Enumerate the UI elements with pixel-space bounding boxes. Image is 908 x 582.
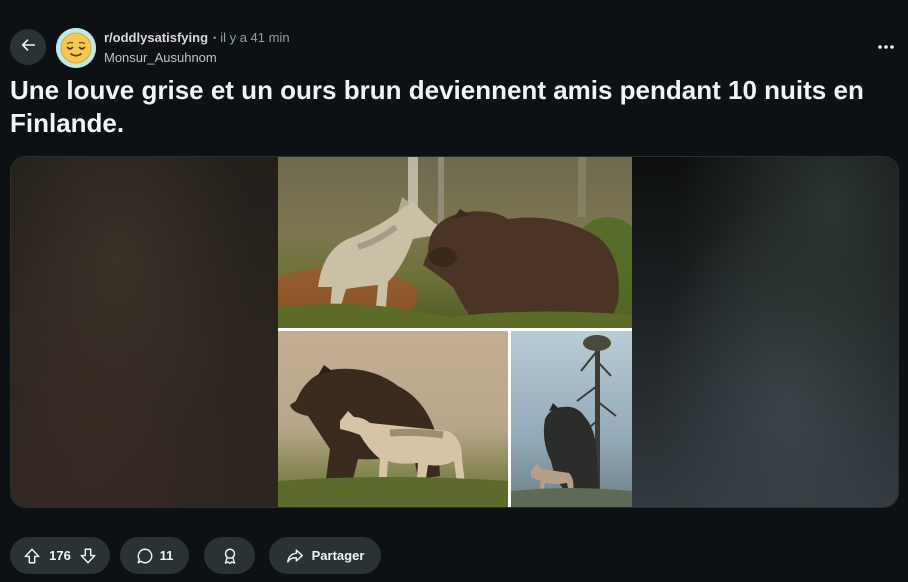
award-ribbon-icon [221, 547, 239, 565]
post-timestamp: il y a 41 min [220, 30, 290, 45]
vote-count: 176 [49, 548, 71, 563]
comment-count: 11 [159, 548, 174, 563]
comments-button[interactable]: 11 [120, 537, 189, 574]
author-link[interactable]: Monsur_Ausuhnom [104, 50, 217, 65]
post-meta: r/oddlysatisfying • il y a 41 min [104, 30, 290, 45]
meta-separator: • [213, 32, 217, 43]
bear-and-wolf-on-grass-photo [278, 331, 508, 507]
share-button[interactable]: Partager [269, 537, 381, 574]
back-button[interactable] [10, 29, 46, 65]
comment-bubble-icon [136, 547, 154, 565]
subreddit-link[interactable]: r/oddlysatisfying [104, 30, 208, 45]
vote-control: 176 [10, 537, 110, 574]
photo-collage[interactable] [278, 157, 632, 507]
blurred-backdrop-left [11, 157, 279, 507]
post-title[interactable]: Une louve grise et un ours brun devienne… [10, 74, 900, 140]
downvote-arrow-icon[interactable] [79, 547, 97, 565]
more-dots-icon [877, 37, 895, 55]
bear-and-wolf-under-pine-photo [511, 331, 632, 507]
post-media[interactable] [10, 156, 899, 508]
subreddit-avatar[interactable] [56, 28, 96, 68]
post-header: r/oddlysatisfying • il y a 41 min Monsur… [0, 0, 908, 72]
share-arrow-icon [286, 547, 304, 565]
share-label: Partager [311, 548, 365, 563]
upvote-arrow-icon[interactable] [23, 547, 41, 565]
wolf-and-bear-nose-to-nose-photo [278, 157, 632, 328]
relieved-face-icon [56, 28, 96, 68]
back-arrow-icon [19, 36, 37, 59]
more-options-button[interactable] [872, 32, 900, 60]
award-button[interactable] [204, 537, 255, 574]
blurred-backdrop-right [630, 157, 898, 507]
